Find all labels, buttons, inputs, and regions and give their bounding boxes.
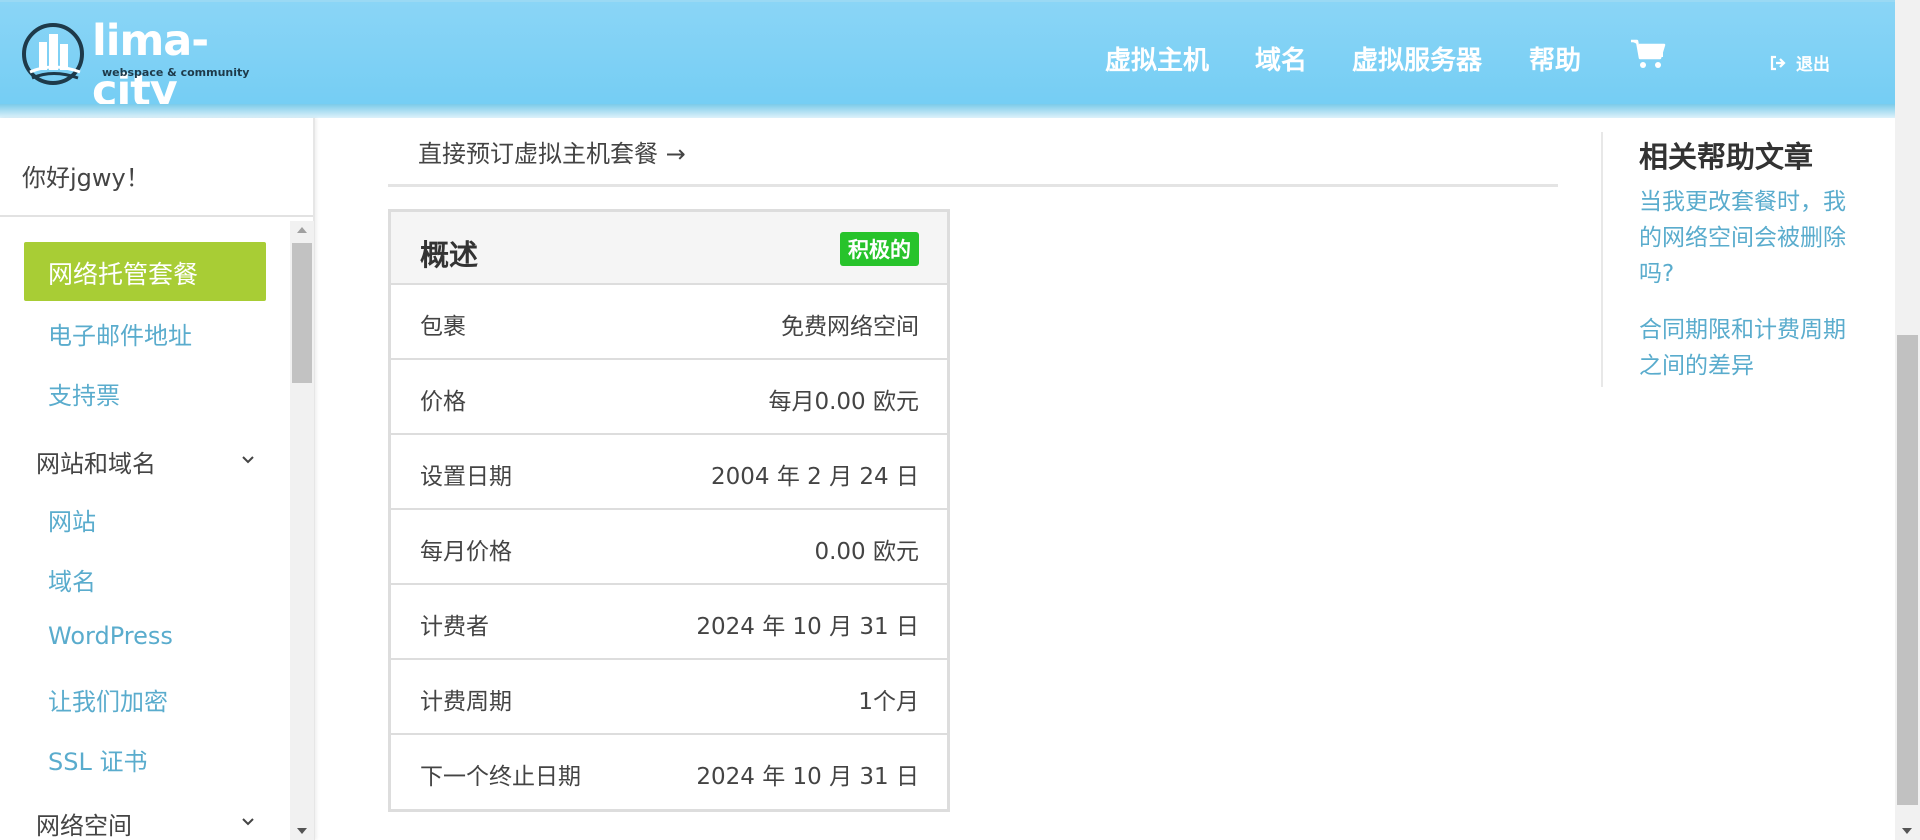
sidebar-item-websites[interactable]: 网站	[48, 502, 96, 537]
overview-panel: 概述 积极的 包裹 免费网络空间 价格 每月0.00 欧元 设置日期 2004 …	[388, 209, 950, 812]
nav-help[interactable]: 帮助	[1529, 40, 1581, 77]
overview-title: 概述	[420, 238, 479, 272]
chevron-down-icon	[242, 456, 254, 464]
row-label: 计费周期	[420, 689, 512, 715]
nav-vps[interactable]: 虚拟服务器	[1352, 40, 1482, 77]
sidebar-item-wordpress[interactable]: WordPress	[48, 622, 173, 650]
row-label: 设置日期	[420, 464, 512, 490]
sidebar-item-ssl-certificates[interactable]: SSL 证书	[48, 742, 147, 777]
main-divider	[388, 184, 1558, 187]
shopping-cart-icon[interactable]	[1630, 38, 1666, 70]
sidebar-group-websites-domains[interactable]: 网站和域名	[36, 444, 256, 479]
logout-label: 退出	[1796, 55, 1830, 75]
logo-subtext: webspace & community	[102, 66, 250, 79]
row-label: 下一个终止日期	[420, 764, 581, 790]
scroll-up-arrow-icon[interactable]	[297, 227, 307, 233]
sidebar-group-label: 网络空间	[36, 812, 132, 840]
table-row: 包裹 免费网络空间	[391, 285, 947, 360]
row-value: 每月0.00 欧元	[768, 389, 919, 415]
help-title: 相关帮助文章	[1639, 140, 1814, 174]
table-row: 每月价格 0.00 欧元	[391, 510, 947, 585]
row-label: 每月价格	[420, 539, 512, 565]
row-label: 包裹	[420, 314, 466, 340]
nav-domains[interactable]: 域名	[1255, 40, 1307, 77]
row-value: 2004 年 2 月 24 日	[711, 464, 919, 490]
table-row: 计费者 2024 年 10 月 31 日	[391, 585, 947, 660]
row-value: 1个月	[858, 689, 919, 715]
sidebar-group-webspace[interactable]: 网络空间	[36, 806, 256, 840]
table-row: 下一个终止日期 2024 年 10 月 31 日	[391, 735, 947, 810]
help-link-package-change[interactable]: 当我更改套餐时，我的网络空间会被删除吗?	[1639, 184, 1849, 292]
status-badge: 积极的	[840, 232, 919, 266]
sidebar-scrollbar-thumb[interactable]	[292, 243, 312, 383]
greeting-text: 你好jgwy！	[22, 164, 150, 192]
sidebar-item-lets-encrypt[interactable]: 让我们加密	[48, 682, 168, 717]
sidebar-group-label: 网站和域名	[36, 450, 156, 478]
table-row: 设置日期 2004 年 2 月 24 日	[391, 435, 947, 510]
help-link-contract-vs-billing[interactable]: 合同期限和计费周期之间的差异	[1639, 312, 1849, 384]
sidebar-item-webhosting-packages[interactable]: 网络托管套餐	[24, 242, 266, 301]
page-scrollbar-thumb[interactable]	[1897, 335, 1918, 805]
sidebar-divider	[0, 215, 313, 217]
app-window: lima-city webspace & community 虚拟主机 域名 虚…	[0, 0, 1920, 840]
book-webhosting-link[interactable]: 直接预订虚拟主机套餐 →	[418, 134, 686, 169]
sign-out-icon	[1770, 55, 1786, 70]
row-value: 2024 年 10 月 31 日	[696, 614, 919, 640]
header-bottom-strip	[0, 104, 1920, 118]
row-label: 价格	[420, 389, 466, 415]
sidebar: 你好jgwy！ 网络托管套餐 电子邮件地址 支持票 网站和域名 网站 域名 Wo…	[0, 118, 315, 840]
row-label: 计费者	[420, 614, 489, 640]
overview-panel-header: 概述 积极的	[391, 212, 947, 285]
nav-webhosting[interactable]: 虚拟主机	[1105, 40, 1209, 77]
table-row: 计费周期 1个月	[391, 660, 947, 735]
sidebar-scrollbar[interactable]	[290, 221, 314, 840]
row-value: 2024 年 10 月 31 日	[696, 764, 919, 790]
sidebar-item-domains[interactable]: 域名	[48, 562, 96, 597]
top-header: lima-city webspace & community 虚拟主机 域名 虚…	[0, 0, 1920, 116]
sidebar-item-email-addresses[interactable]: 电子邮件地址	[48, 316, 192, 351]
table-row: 价格 每月0.00 欧元	[391, 360, 947, 435]
logo-emblem-icon	[22, 23, 84, 85]
help-articles: 相关帮助文章 当我更改套餐时，我的网络空间会被删除吗? 合同期限和计费周期之间的…	[1601, 132, 1881, 387]
sidebar-item-support-tickets[interactable]: 支持票	[48, 376, 120, 411]
chevron-down-icon	[242, 818, 254, 826]
logout-button[interactable]: 退出	[1770, 50, 1830, 75]
scroll-down-arrow-icon[interactable]	[1902, 828, 1912, 834]
row-value: 免费网络空间	[781, 314, 919, 340]
page-scrollbar[interactable]	[1895, 0, 1920, 840]
row-value: 0.00 欧元	[814, 539, 919, 565]
scroll-down-arrow-icon[interactable]	[297, 828, 307, 834]
lima-city-logo[interactable]: lima-city webspace & community	[22, 16, 272, 116]
